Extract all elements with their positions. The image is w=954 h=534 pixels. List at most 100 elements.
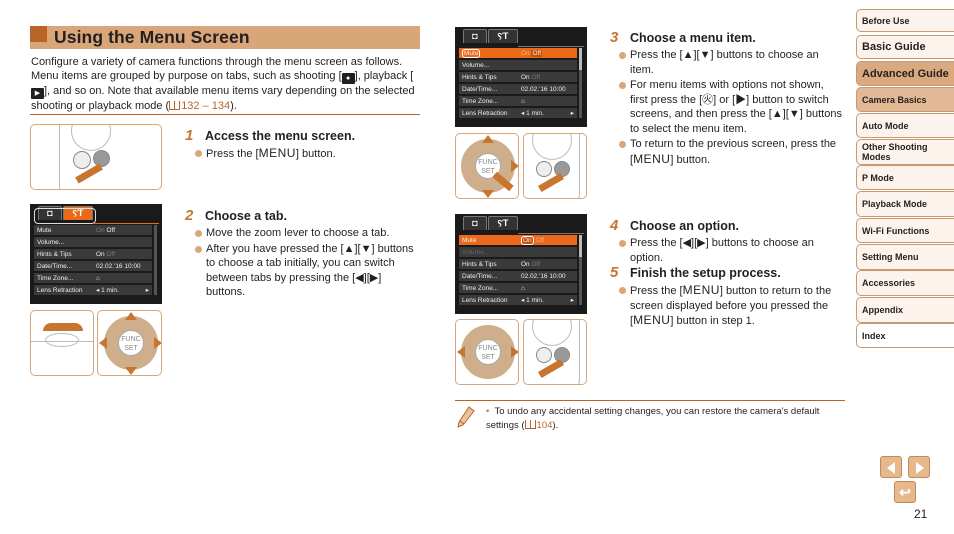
step-number: 3: [610, 29, 619, 46]
book-icon: [524, 420, 536, 429]
sidebar-item-index[interactable]: Index: [856, 323, 954, 348]
return-arrow-icon: ↩: [899, 484, 911, 500]
lcd-row-mute: Mute On Off: [459, 234, 577, 245]
section-divider: [30, 114, 420, 115]
step-title: Choose an option.: [630, 219, 740, 233]
step-number: 5: [610, 264, 619, 281]
step-4-bullets: Press the [◀][▶] buttons to choose an op…: [617, 236, 842, 266]
setup-tab: ⲊT: [488, 216, 518, 230]
sidebar-item-appendix[interactable]: Appendix: [856, 297, 954, 323]
page-link-104[interactable]: 104: [524, 420, 552, 431]
dpad-illustration: FUNC SET: [97, 310, 162, 376]
step-number: 4: [610, 217, 619, 234]
bullet: To return to the previous screen, press …: [617, 137, 842, 167]
camera-back-menu-button-illustration: [523, 133, 587, 199]
sidebar-item-setting-menu[interactable]: Setting Menu: [856, 244, 954, 270]
sidebar-item-camera-basics[interactable]: Camera Basics: [856, 87, 954, 112]
menu-key-label: MENU: [258, 146, 296, 160]
page-link-132-134[interactable]: 132 – 134: [169, 100, 230, 112]
sidebar-item-auto-mode[interactable]: Auto Mode: [856, 113, 954, 138]
step-title: Access the menu screen.: [205, 129, 356, 143]
dpad-left-right-illustration: FUNC SET: [455, 319, 519, 385]
lcd-row-datetime: Date/Time... 02.02.'16 10:00: [459, 270, 577, 281]
sidebar-item-before-use[interactable]: Before Use: [856, 9, 954, 32]
step-title: Choose a menu item.: [630, 31, 756, 45]
lcd-row-lens-retraction: Lens Retraction ◂ 1 min. ▸: [459, 107, 577, 118]
lcd-row-datetime: Date/Time... 02.02.'16 10:00: [459, 83, 577, 94]
right-arrow-icon: [154, 337, 161, 349]
previous-page-button[interactable]: [880, 456, 902, 478]
lcd-menu-screen-item-select: ◘ ⲊT Mute On Off Volume... Hints & Tips On…: [455, 27, 587, 127]
lcd-row-hints: Hints & Tips On Off: [459, 71, 577, 82]
right-arrow-icon: [511, 346, 518, 358]
bullet: For menu items with options not shown, f…: [617, 78, 842, 136]
lcd-row-timezone: Time Zone... ⌂: [459, 95, 577, 106]
next-page-button[interactable]: [908, 456, 930, 478]
zoom-lever-illustration: [30, 310, 94, 376]
lcd-row-hints: Hints & Tips On Off: [34, 248, 152, 259]
left-arrow-icon: [457, 346, 465, 358]
step-2-bullets: Move the zoom lever to choose a tab. Aft…: [193, 226, 418, 301]
page-title: Using the Menu Screen: [54, 27, 250, 47]
bullet: Press the [▲][▼] buttons to choose an it…: [617, 48, 842, 77]
book-icon: [169, 101, 181, 110]
camera-back-menu-button-illustration: [523, 319, 587, 385]
lcd-row-hints: Hints & Tips On Off: [459, 258, 577, 269]
lcd-row-lens-retraction: Lens Retraction ◂ 1 min. ▸: [459, 294, 577, 305]
camera-back-menu-button-illustration: [30, 124, 162, 190]
sidebar-item-playback-mode[interactable]: Playback Mode: [856, 191, 954, 217]
back-button[interactable]: ↩: [894, 481, 916, 503]
sidebar-item-advanced-guide[interactable]: Advanced Guide: [856, 61, 954, 86]
lcd-row-volume: Volume...: [34, 236, 152, 247]
step-number: 2: [185, 207, 194, 224]
play-icon: ▶: [31, 88, 44, 99]
step-1-bullets: Press the [MENU] button.: [193, 146, 423, 163]
setup-tab: ⲊT: [488, 29, 518, 43]
lcd-row-datetime: Date/Time... 02.02.'16 10:00: [34, 260, 152, 271]
pencil-icon: [457, 406, 475, 428]
chevron-left-icon: [887, 462, 895, 474]
intro-paragraph: Configure a variety of camera functions …: [31, 56, 415, 112]
sidebar-item-basic-guide[interactable]: Basic Guide: [856, 35, 954, 59]
lcd-menu-screen-tab-select: ◘ ⲊT Mute On Off Volume... Hints & Tips On…: [30, 204, 162, 304]
step-5-bullets: Press the [MENU] button to return to the…: [617, 283, 845, 330]
bullet: Press the [MENU] button.: [193, 146, 423, 162]
tab-highlight-ring: [34, 208, 96, 224]
up-arrow-icon: [482, 135, 494, 143]
lcd-row-mute: Mute On Off: [459, 47, 577, 58]
shooting-tab: ◘: [463, 29, 487, 43]
lcd-row-volume: Volume...: [459, 246, 577, 257]
tip-divider: [455, 400, 845, 401]
curved-arrow-icon: [43, 323, 83, 331]
lcd-row-lens-retraction: Lens Retraction ◂ 1 min. ▸: [34, 284, 152, 295]
left-arrow-icon: [99, 337, 107, 349]
up-arrow-icon: [125, 312, 137, 320]
right-arrow-icon: [511, 160, 518, 172]
bullet: Move the zoom lever to choose a tab.: [193, 226, 418, 241]
bullet: Press the [◀][▶] buttons to choose an op…: [617, 236, 842, 265]
camera-icon: ●: [341, 73, 355, 84]
step-number: 1: [185, 127, 194, 144]
dpad-func-set-illustration: FUNC SET: [455, 133, 519, 199]
page-number: 21: [914, 507, 928, 521]
bullet: After you have pressed the [▲][▼] button…: [193, 242, 418, 300]
menu-key-label: MENU: [633, 151, 671, 166]
step-title: Choose a tab.: [205, 209, 287, 223]
lcd-menu-screen-option-select: ◘ ⲊT Mute On Off Volume... Hints & Tips On…: [455, 214, 587, 314]
down-arrow-icon: [482, 190, 494, 198]
down-arrow-icon: [125, 367, 137, 375]
lcd-row-mute: Mute On Off: [34, 224, 152, 235]
lcd-row-timezone: Time Zone... ⌂: [34, 272, 152, 283]
bullet: Press the [MENU] button to return to the…: [617, 283, 845, 329]
sidebar-item-other-shooting-modes[interactable]: Other Shooting Modes: [856, 139, 954, 165]
sidebar-item-wi-fi-functions[interactable]: Wi-Fi Functions: [856, 218, 954, 243]
menu-key-label: MENU: [682, 283, 720, 297]
lcd-row-volume: Volume...: [459, 59, 577, 70]
tip-text: • To undo any accidental setting changes…: [486, 406, 820, 431]
lcd-row-timezone: Time Zone... ⌂: [459, 282, 577, 293]
sidebar-item-accessories[interactable]: Accessories: [856, 270, 954, 296]
step-3-bullets: Press the [▲][▼] buttons to choose an it…: [617, 48, 842, 168]
chevron-right-icon: [916, 462, 924, 474]
sidebar-item-p-mode[interactable]: P Mode: [856, 165, 954, 190]
title-square-decoration: [30, 26, 47, 42]
